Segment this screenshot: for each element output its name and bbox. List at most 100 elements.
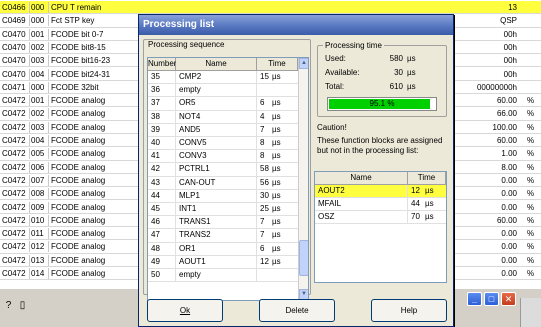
- available-label: Available:: [325, 68, 360, 77]
- sequence-scrollbar[interactable]: ▲ ▼: [298, 58, 308, 300]
- sequence-time-unit: µs: [272, 256, 281, 266]
- processing-list-dialog: Processing list Processing sequence Numb…: [138, 14, 454, 327]
- parameter-subcode: 009: [31, 201, 49, 213]
- ok-button[interactable]: Ok: [147, 299, 223, 322]
- sequence-time-unit: µs: [272, 230, 281, 240]
- processing-time-progress: 95.1 %: [327, 97, 437, 111]
- delete-button-label: Delete: [285, 306, 309, 315]
- parameter-unit: %: [527, 136, 535, 145]
- sequence-row[interactable]: 49 AOUT1 12 µs: [148, 255, 298, 269]
- sequence-number: 42: [151, 164, 160, 174]
- parameter-name: FCODE bit24-31: [51, 69, 111, 79]
- parameter-subcode: 014: [31, 268, 49, 279]
- unassigned-block-row[interactable]: OSZ 70 µs: [315, 211, 446, 224]
- parameter-code: C0472: [2, 161, 30, 173]
- help-button-label: Help: [400, 306, 418, 315]
- parameter-subcode: 005: [31, 148, 49, 160]
- sequence-row[interactable]: 38 NOT4 4 µs: [148, 110, 298, 124]
- sequence-time-unit: µs: [272, 72, 281, 81]
- used-value: 580: [389, 54, 403, 63]
- sequence-block-name: OR5: [179, 98, 196, 108]
- parameter-code: C0472: [2, 135, 30, 146]
- sequence-row[interactable]: 39 AND5 7 µs: [148, 123, 298, 137]
- dialog-title: Processing list: [143, 19, 215, 30]
- help-button[interactable]: Help: [371, 299, 447, 322]
- parameter-unit: %: [527, 175, 535, 185]
- device-icon[interactable]: ▯: [16, 300, 29, 312]
- sequence-block-name: empty: [179, 270, 201, 279]
- scroll-thumb[interactable]: [299, 240, 308, 276]
- parameter-value: 60.00: [496, 96, 517, 106]
- sequence-time: 7: [260, 124, 265, 134]
- minimize-button[interactable]: _: [467, 292, 482, 306]
- parameter-subcode: 007: [31, 174, 49, 186]
- unassigned-blocks-list[interactable]: Name Time AOUT2 12 µs MFAIL 44 µs OSZ 70 µs: [314, 171, 447, 283]
- parameter-row[interactable]: C0466 000 CPU T remain 13: [0, 1, 541, 15]
- parameter-value: 0.00: [501, 175, 517, 185]
- maximize-button[interactable]: □: [484, 292, 499, 306]
- sequence-time-unit: µs: [272, 98, 281, 108]
- sequence-number: 50: [151, 270, 160, 279]
- close-button[interactable]: ✕: [501, 292, 516, 306]
- unassigned-block-row[interactable]: AOUT2 12 µs: [315, 185, 446, 198]
- sequence-block-name: TRANS1: [179, 217, 211, 227]
- available-unit: µs: [407, 68, 416, 77]
- parameter-code: C0470: [2, 41, 30, 53]
- parameter-code: C0472: [2, 268, 30, 279]
- parameter-code: C0472: [2, 121, 30, 133]
- processing-sequence-list[interactable]: Number Name Time 35 CMP2 15 µs 36 empty 37 OR5 6…: [147, 57, 309, 301]
- sequence-number: 41: [151, 151, 160, 161]
- parameter-value: 0.00: [501, 189, 517, 199]
- sequence-row[interactable]: 45 INT1 25 µs: [148, 203, 298, 217]
- sequence-block-name: AOUT1: [179, 256, 206, 266]
- dialog-title-bar[interactable]: Processing list: [139, 15, 453, 35]
- sequence-number: 45: [151, 204, 160, 213]
- sequence-row[interactable]: 50 empty: [148, 269, 298, 283]
- sequence-time-unit: µs: [272, 111, 281, 121]
- column-name[interactable]: Name: [176, 58, 257, 71]
- sequence-row[interactable]: 40 CONV5 8 µs: [148, 137, 298, 151]
- total-label: Total:: [325, 82, 345, 91]
- parameter-subcode: 012: [31, 241, 49, 253]
- sequence-row[interactable]: 46 TRANS1 7 µs: [148, 216, 298, 230]
- unassigned-block-name: MFAIL: [318, 199, 342, 208]
- delete-button[interactable]: Delete: [259, 299, 335, 322]
- sequence-number: 44: [151, 190, 160, 200]
- unassigned-block-row[interactable]: MFAIL 44 µs: [315, 198, 446, 211]
- sequence-label: Processing sequence: [148, 40, 225, 49]
- caution-column-time[interactable]: Time: [408, 172, 446, 185]
- sequence-time-unit: µs: [272, 124, 281, 134]
- scroll-up-icon[interactable]: ▲: [299, 58, 308, 69]
- parameter-subcode: 003: [31, 121, 49, 133]
- sequence-row[interactable]: 43 CAN-OUT 56 µs: [148, 176, 298, 190]
- caution-text: These function blocks are assigned but n…: [317, 136, 443, 155]
- parameter-unit: %: [527, 215, 535, 225]
- parameter-code: C0472: [2, 201, 30, 213]
- column-time[interactable]: Time: [257, 58, 298, 71]
- column-number[interactable]: Number: [148, 58, 176, 71]
- sequence-number: 36: [151, 85, 160, 95]
- parameter-subcode: 004: [31, 68, 49, 80]
- ok-button-label: Ok: [179, 306, 191, 315]
- sequence-row[interactable]: 44 MLP1 30 µs: [148, 189, 298, 203]
- parameter-value: 60.00: [496, 136, 517, 145]
- sequence-row[interactable]: 41 CONV3 8 µs: [148, 150, 298, 164]
- parameter-code: C0472: [2, 214, 30, 226]
- sequence-block-name: TRANS2: [179, 230, 211, 240]
- caution-column-name[interactable]: Name: [315, 172, 408, 185]
- sequence-row[interactable]: 48 OR1 6 µs: [148, 242, 298, 256]
- sequence-row[interactable]: 36 empty: [148, 84, 298, 98]
- parameter-value: 100.00: [492, 122, 517, 132]
- parameter-unit: %: [527, 269, 535, 278]
- parameter-value: QSP: [500, 16, 517, 26]
- sequence-row[interactable]: 37 OR5 6 µs: [148, 97, 298, 111]
- sequence-row[interactable]: 35 CMP2 15 µs: [148, 71, 298, 85]
- parameter-code: C0466: [2, 2, 30, 13]
- sequence-row[interactable]: 42 PCTRL1 58 µs: [148, 163, 298, 177]
- sequence-time: 15: [260, 72, 269, 81]
- sequence-row[interactable]: 47 TRANS2 7 µs: [148, 229, 298, 243]
- parameter-name: FCODE analog: [51, 96, 106, 106]
- progress-percent: 95.1 %: [369, 99, 395, 108]
- parameter-value: 13: [508, 3, 517, 12]
- help-cursor-icon[interactable]: ?: [2, 300, 15, 312]
